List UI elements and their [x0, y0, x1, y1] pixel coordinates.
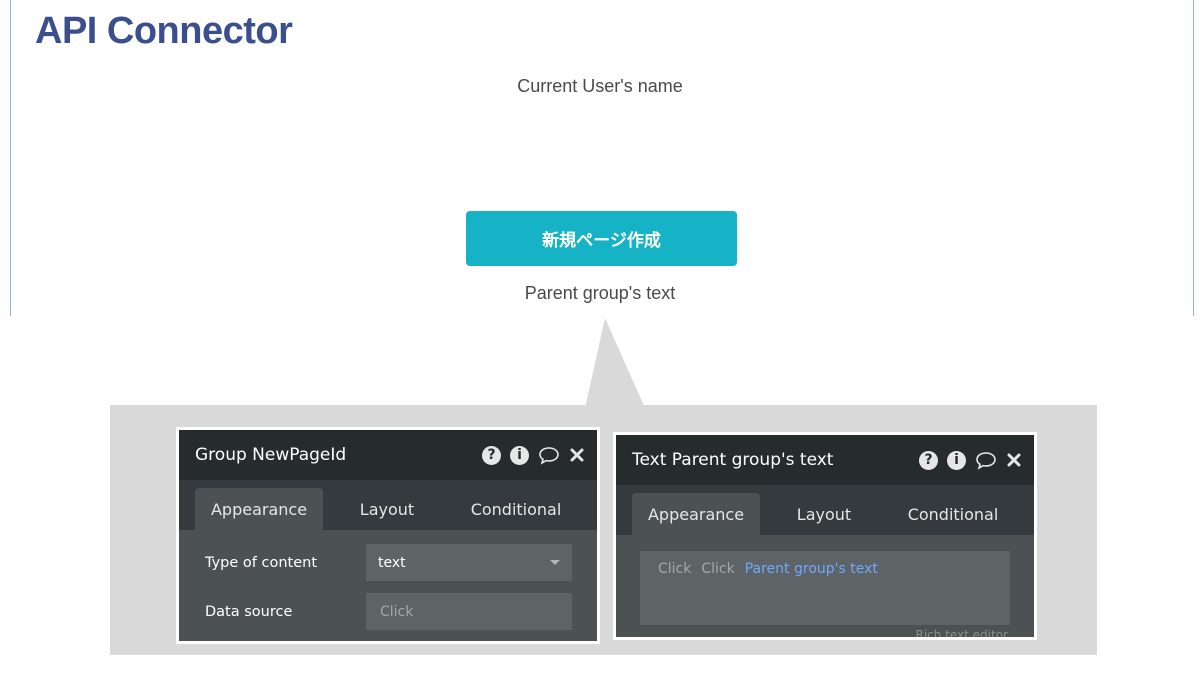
rich-text-editor-caption: Rich text editor [915, 628, 1008, 640]
comment-icon[interactable] [975, 451, 997, 470]
tab-conditional[interactable]: Conditional [888, 493, 1018, 535]
click-chip[interactable]: Click [658, 561, 691, 577]
panel-icons: ? i [482, 445, 585, 465]
panel-title: Group NewPageId [195, 445, 347, 465]
info-icon[interactable]: i [510, 445, 529, 465]
callout-pointer [585, 318, 645, 408]
type-of-content-row: Type of content text [205, 544, 581, 581]
question-icon[interactable]: ? [919, 450, 938, 470]
click-chip[interactable]: Click [701, 561, 734, 577]
chevron-down-icon [550, 560, 560, 565]
tab-layout[interactable]: Layout [323, 488, 451, 530]
tab-bar: Appearance Layout Conditional [616, 485, 1034, 535]
type-of-content-select[interactable]: text [366, 544, 572, 581]
page-title: API Connector [35, 10, 293, 52]
panel-title: Text Parent group's text [632, 450, 834, 470]
tab-conditional[interactable]: Conditional [451, 488, 581, 530]
property-editor-group-newpageid: Group NewPageId ? i Appearance Layout Co… [176, 427, 600, 644]
close-icon[interactable] [1006, 452, 1022, 468]
close-icon[interactable] [569, 447, 585, 463]
property-editor-text-parent-group: Text Parent group's text ? i Appearance … [613, 432, 1037, 640]
tab-appearance[interactable]: Appearance [632, 493, 760, 535]
panel-icons: ? i [919, 450, 1022, 470]
type-of-content-value: text [378, 554, 406, 571]
parent-group-text[interactable]: Parent group's text [0, 283, 1200, 304]
panel-header: Group NewPageId ? i [179, 430, 597, 480]
data-source-row: Data source Click [205, 593, 581, 630]
info-icon[interactable]: i [947, 450, 966, 470]
panel-header: Text Parent group's text ? i [616, 435, 1034, 485]
tab-appearance[interactable]: Appearance [195, 488, 323, 530]
tab-layout[interactable]: Layout [760, 493, 888, 535]
type-of-content-label: Type of content [205, 554, 318, 571]
current-user-name-text[interactable]: Current User's name [0, 76, 1200, 97]
tab-bar: Appearance Layout Conditional [179, 480, 597, 530]
rich-text-editor[interactable]: Click Click Parent group's text [640, 551, 1010, 625]
click-placeholder[interactable]: Click [380, 604, 413, 620]
dynamic-expression[interactable]: Parent group's text [745, 561, 878, 577]
panel-body: Type of content text Data source Click [179, 530, 597, 630]
comment-icon[interactable] [538, 446, 560, 465]
new-page-button[interactable]: 新規ページ作成 [466, 211, 737, 266]
question-icon[interactable]: ? [482, 445, 501, 465]
data-source-label: Data source [205, 603, 293, 620]
data-source-field[interactable]: Click [366, 593, 572, 630]
